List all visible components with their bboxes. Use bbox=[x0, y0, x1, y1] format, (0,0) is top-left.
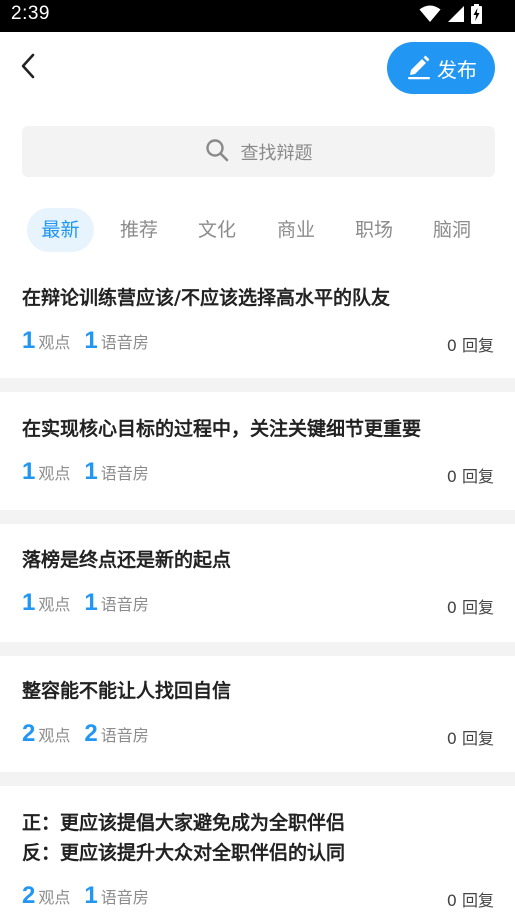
category-tabs: 最新 推荐 文化 商业 职场 脑洞 bbox=[27, 208, 515, 252]
viewpoint-label: 观点 bbox=[38, 888, 71, 907]
viewpoint-count: 2 bbox=[22, 720, 36, 747]
viewpoint-count: 1 bbox=[22, 589, 36, 616]
voice-room-label: 语音房 bbox=[100, 726, 149, 745]
reply-number: 0 bbox=[446, 336, 457, 355]
tab-brainstorm[interactable]: 脑洞 bbox=[422, 208, 482, 252]
viewpoint-count: 1 bbox=[22, 327, 36, 354]
topic-card[interactable]: 正：更应该提倡大家避免成为全职伴侣 反：更应该提升大众对全职伴侣的认同 2 观点… bbox=[0, 786, 515, 912]
divider bbox=[0, 772, 515, 786]
voice-room-label: 语音房 bbox=[100, 464, 149, 483]
viewpoint-label: 观点 bbox=[38, 595, 71, 614]
publish-label: 发布 bbox=[437, 57, 477, 82]
divider bbox=[0, 642, 515, 656]
tab-business[interactable]: 商业 bbox=[266, 208, 326, 252]
reply-label: 回复 bbox=[461, 467, 494, 486]
topic-title: 整容能不能让人找回自信 bbox=[22, 680, 232, 702]
viewpoint-count: 2 bbox=[22, 882, 36, 909]
battery-charging-icon bbox=[471, 4, 482, 28]
reply-count: 0 回复 bbox=[447, 463, 494, 487]
reply-label: 回复 bbox=[461, 891, 494, 910]
tab-recommended[interactable]: 推荐 bbox=[109, 208, 169, 252]
divider bbox=[0, 510, 515, 524]
back-button[interactable] bbox=[12, 52, 44, 84]
reply-label: 回复 bbox=[461, 336, 494, 355]
divider bbox=[0, 378, 515, 392]
wifi-icon bbox=[419, 5, 441, 27]
reply-count: 0 回复 bbox=[447, 725, 494, 749]
topic-title: 正：更应该提倡大家避免成为全职伴侣 bbox=[22, 812, 346, 834]
reply-number: 0 bbox=[446, 598, 457, 617]
voice-room-label: 语音房 bbox=[100, 888, 149, 907]
tab-latest[interactable]: 最新 bbox=[27, 208, 94, 252]
status-icons bbox=[419, 4, 482, 28]
topic-title-line-2: 反：更应该提升大众对全职伴侣的认同 bbox=[22, 842, 346, 864]
reply-label: 回复 bbox=[461, 729, 494, 748]
topic-stats: 1 观点 1 语音房 bbox=[22, 458, 163, 488]
reply-count: 0 回复 bbox=[447, 887, 494, 911]
reply-number: 0 bbox=[446, 891, 457, 910]
voice-room-count: 1 bbox=[84, 327, 98, 354]
topic-card[interactable]: 在辩论训练营应该/不应该选择高水平的队友 1 观点 1 语音房 0 回复 bbox=[0, 268, 515, 378]
viewpoint-label: 观点 bbox=[38, 726, 71, 745]
pencil-icon bbox=[405, 52, 433, 84]
voice-room-count: 1 bbox=[84, 589, 98, 616]
topic-title: 在辩论训练营应该/不应该选择高水平的队友 bbox=[22, 287, 390, 309]
tab-culture[interactable]: 文化 bbox=[187, 208, 247, 252]
topic-card[interactable]: 在实现核心目标的过程中，关注关键细节更重要 1 观点 1 语音房 0 回复 bbox=[0, 392, 515, 510]
status-time: 2:39 bbox=[11, 3, 50, 24]
topic-stats: 1 观点 1 语音房 bbox=[22, 589, 163, 619]
topic-stats: 2 观点 1 语音房 bbox=[22, 882, 163, 912]
reply-count: 0 回复 bbox=[447, 594, 494, 618]
chevron-left-icon bbox=[20, 53, 36, 83]
reply-label: 回复 bbox=[461, 598, 494, 617]
app-bar: 发布 bbox=[0, 32, 515, 108]
voice-room-count: 2 bbox=[84, 720, 98, 747]
voice-room-count: 1 bbox=[84, 882, 98, 909]
viewpoint-label: 观点 bbox=[38, 333, 71, 352]
voice-room-count: 1 bbox=[84, 458, 98, 485]
voice-room-label: 语音房 bbox=[100, 595, 149, 614]
voice-room-label: 语音房 bbox=[100, 333, 149, 352]
signal-icon bbox=[447, 5, 465, 27]
reply-count: 0 回复 bbox=[447, 332, 494, 356]
viewpoint-count: 1 bbox=[22, 458, 36, 485]
tab-workplace[interactable]: 职场 bbox=[344, 208, 404, 252]
viewpoint-label: 观点 bbox=[38, 464, 71, 483]
reply-number: 0 bbox=[446, 467, 457, 486]
topic-title: 在实现核心目标的过程中，关注关键细节更重要 bbox=[22, 418, 422, 440]
topic-title: 落榜是终点还是新的起点 bbox=[22, 549, 232, 571]
search-icon bbox=[205, 138, 229, 166]
topic-stats: 2 观点 2 语音房 bbox=[22, 720, 163, 750]
status-bar: 2:39 bbox=[0, 0, 515, 32]
publish-button[interactable]: 发布 bbox=[387, 42, 495, 94]
search-placeholder: 查找辩题 bbox=[240, 142, 313, 164]
search-input[interactable]: 查找辩题 bbox=[22, 126, 495, 177]
topic-card[interactable]: 整容能不能让人找回自信 2 观点 2 语音房 0 回复 bbox=[0, 656, 515, 772]
reply-number: 0 bbox=[446, 729, 457, 748]
topic-card[interactable]: 落榜是终点还是新的起点 1 观点 1 语音房 0 回复 bbox=[0, 524, 515, 642]
topic-stats: 1 观点 1 语音房 bbox=[22, 327, 163, 357]
